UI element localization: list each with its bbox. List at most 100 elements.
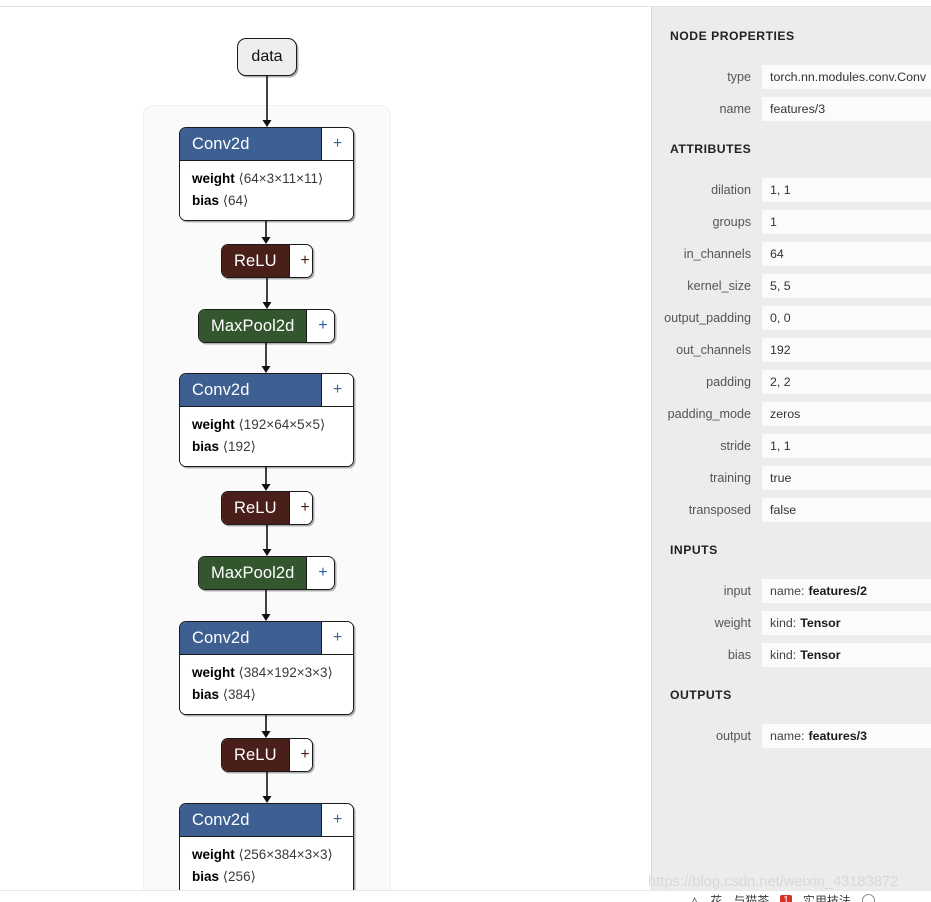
property-value[interactable]: 64 xyxy=(762,242,931,266)
property-value[interactable]: zeros xyxy=(762,402,931,426)
property-label: bias xyxy=(727,648,751,662)
property-row: output_padding 0, 0 xyxy=(652,306,931,330)
property-row: weight kind: Tensor xyxy=(652,611,931,635)
property-value[interactable]: 0, 0 xyxy=(762,306,931,330)
property-label: dilation xyxy=(711,183,751,197)
property-row: training true xyxy=(652,466,931,490)
spacer-top xyxy=(652,7,931,29)
property-row: bias kind: Tensor xyxy=(652,643,931,667)
property-value-prefix: name: xyxy=(770,584,805,598)
property-label: stride xyxy=(720,439,751,453)
property-value[interactable]: kind: Tensor xyxy=(762,643,931,667)
property-value[interactable]: 1, 1 xyxy=(762,178,931,202)
property-value-prefix: kind: xyxy=(770,616,797,630)
property-label: name xyxy=(719,102,751,116)
property-row: in_channels 64 xyxy=(652,242,931,266)
property-row: padding 2, 2 xyxy=(652,370,931,394)
property-label: output xyxy=(715,729,751,743)
inputs-rows: input name: features/2 weight kind: Tensor bia… xyxy=(652,579,931,667)
property-value[interactable]: 192 xyxy=(762,338,931,362)
alert-badge-icon: 1 xyxy=(780,895,792,902)
node-properties-rows: type torch.nn.modules.conv.Conv name featur… xyxy=(652,65,931,121)
property-label: padding_mode xyxy=(667,407,751,421)
section-header-node-properties: NODE PROPERTIES xyxy=(670,29,795,43)
property-value[interactable]: name: features/3 xyxy=(762,724,931,748)
property-value-text: true xyxy=(770,471,792,485)
property-row: output name: features/3 xyxy=(652,724,931,748)
property-value-text: 192 xyxy=(770,343,791,357)
os-label-2: 与猫茶 xyxy=(733,894,770,902)
mountain-icon: △ xyxy=(690,893,700,902)
property-value-text: 2, 2 xyxy=(770,375,791,389)
property-row: kernel_size 5, 5 xyxy=(652,274,931,298)
property-value-text: 1 xyxy=(770,215,777,229)
property-value-text: features/3 xyxy=(808,729,867,743)
property-row: groups 1 xyxy=(652,210,931,234)
node-properties-sidebar[interactable]: NODE PROPERTIES type torch.nn.modules.con… xyxy=(651,7,931,902)
property-value[interactable]: 5, 5 xyxy=(762,274,931,298)
property-value[interactable]: features/3 xyxy=(762,97,931,121)
section-header-outputs: OUTPUTS xyxy=(670,688,732,702)
property-value-text: 5, 5 xyxy=(770,279,791,293)
property-value-text: zeros xyxy=(770,407,801,421)
graph-canvas[interactable]: Conv2d + weight ⟨64×3×11×11⟩ bias ⟨64⟩ ReLU +… xyxy=(0,7,650,902)
property-row: transposed false xyxy=(652,498,931,522)
property-label: groups xyxy=(712,215,751,229)
property-row: padding_mode zeros xyxy=(652,402,931,426)
property-label: output_padding xyxy=(664,311,751,325)
os-label-3: 实用技法 xyxy=(802,894,851,902)
property-value-text: features/3 xyxy=(770,102,826,116)
property-value[interactable]: 1, 1 xyxy=(762,434,931,458)
property-row: stride 1, 1 xyxy=(652,434,931,458)
property-label: training xyxy=(709,471,751,485)
section-header-attributes: ATTRIBUTES xyxy=(670,142,752,156)
property-value[interactable]: true xyxy=(762,466,931,490)
property-row: name features/3 xyxy=(652,97,931,121)
property-value-text: torch.nn.modules.conv.Conv xyxy=(770,70,927,84)
property-value-prefix: name: xyxy=(770,729,805,743)
property-value-prefix: kind: xyxy=(770,648,797,662)
circle-icon xyxy=(861,894,875,902)
property-label: weight xyxy=(714,616,751,630)
property-value[interactable]: kind: Tensor xyxy=(762,611,931,635)
property-value-text: 1, 1 xyxy=(770,183,791,197)
property-label: out_channels xyxy=(676,343,751,357)
property-row: out_channels 192 xyxy=(652,338,931,362)
bottom-os-bar: △ 花 与猫茶 1 实用技法 xyxy=(0,890,931,902)
property-value-text: Tensor xyxy=(800,648,841,662)
property-value-text: 0, 0 xyxy=(770,311,791,325)
property-value-text: 1, 1 xyxy=(770,439,791,453)
property-label: padding xyxy=(706,375,751,389)
os-bar-items: △ 花 与猫茶 1 实用技法 xyxy=(690,892,875,902)
property-value[interactable]: 1 xyxy=(762,210,931,234)
property-label: type xyxy=(727,70,751,84)
property-value-text: false xyxy=(770,503,797,517)
property-label: in_channels xyxy=(683,247,751,261)
section-header-inputs: INPUTS xyxy=(670,543,718,557)
property-value[interactable]: name: features/2 xyxy=(762,579,931,603)
property-label: input xyxy=(723,584,751,598)
property-value-text: 64 xyxy=(770,247,784,261)
attributes-rows: dilation 1, 1 groups 1 in_channels 64 kernel_s… xyxy=(652,178,931,522)
os-label-1: 花 xyxy=(710,894,723,902)
property-value[interactable]: 2, 2 xyxy=(762,370,931,394)
netron-viewer-window: Conv2d + weight ⟨64×3×11×11⟩ bias ⟨64⟩ ReLU +… xyxy=(0,0,931,902)
property-row: type torch.nn.modules.conv.Conv xyxy=(652,65,931,89)
property-value[interactable]: false xyxy=(762,498,931,522)
property-row: dilation 1, 1 xyxy=(652,178,931,202)
outputs-rows: output name: features/3 xyxy=(652,724,931,748)
property-label: transposed xyxy=(688,503,751,517)
property-value-text: Tensor xyxy=(800,616,841,630)
property-label: kernel_size xyxy=(687,279,751,293)
property-row: input name: features/2 xyxy=(652,579,931,603)
property-value-text: features/2 xyxy=(808,584,867,598)
graph-edges xyxy=(261,76,272,902)
property-value[interactable]: torch.nn.modules.conv.Conv xyxy=(762,65,931,89)
